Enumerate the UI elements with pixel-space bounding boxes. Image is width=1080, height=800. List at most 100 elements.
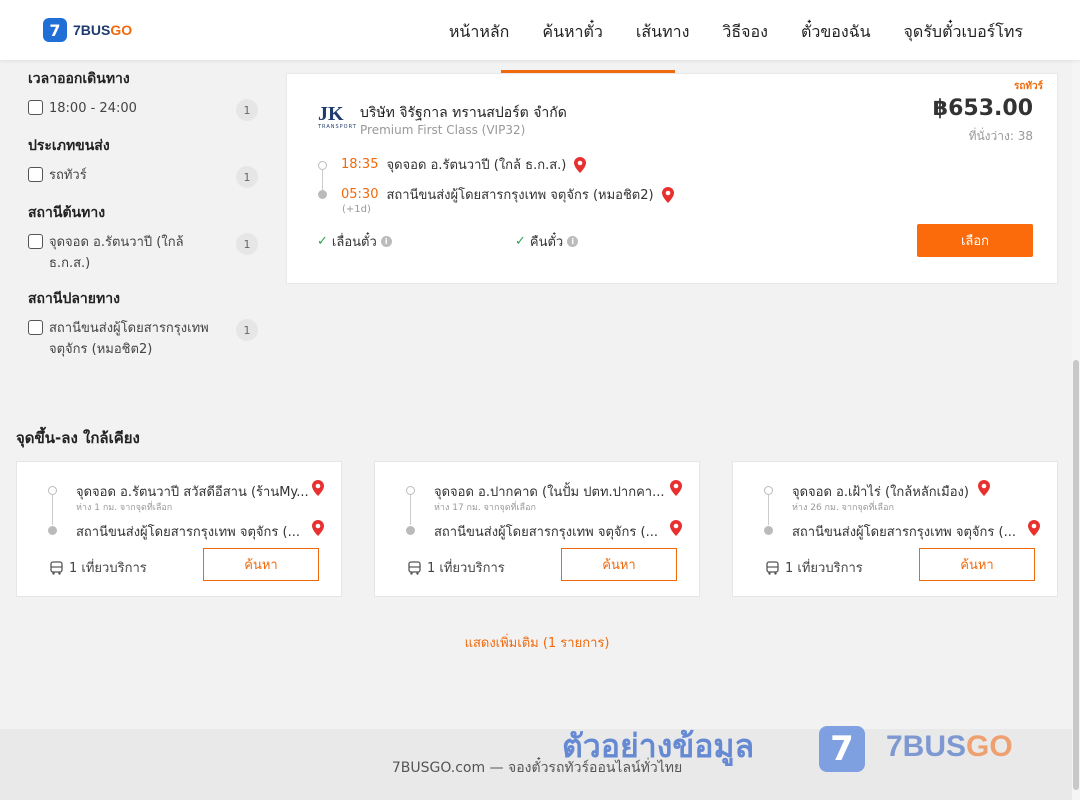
filter-option[interactable]: รถทัวร์ 1 [28,165,258,188]
checkbox[interactable] [28,234,43,249]
timeline-line [52,495,53,525]
arrival-stop: 05:30 สถานีขนส่งผู้โดยสารกรุงเทพ จตุจักร… [341,184,674,205]
arrival-time: 05:30 [341,187,379,202]
page-scrollbar[interactable] [1072,60,1080,800]
map-pin-icon[interactable] [1028,520,1040,536]
filter-group-departure-time: เวลาออกเดินทาง 18:00 - 24:00 1 [28,68,258,121]
feature-refund: ✓ คืนตั๋ว i [515,231,579,252]
watermark-text: ตัวอย่างข้อมูล [562,727,755,765]
departure-stop: 18:35 จุดจอด อ.รัตนวาปี (ใกล้ ธ.ก.ส.) [341,154,587,175]
filter-title: เวลาออกเดินทาง [28,71,130,87]
show-more-link[interactable]: แสดงเพิ่มเติม (1 รายการ) [0,632,1074,653]
timeline-end-dot [406,526,415,535]
checkbox[interactable] [28,320,43,335]
nearby-card: จุดจอด อ.เฝ้าไร่ (ใกล้หลักเมือง) ห่าง 26… [732,461,1058,597]
feature-label: คืนตั๋ว [529,235,564,250]
bus-icon [50,560,63,575]
filter-title: ประเภทขนส่ง [28,138,110,154]
filter-group-transport-type: ประเภทขนส่ง รถทัวร์ 1 [28,135,258,188]
nearby-origin: จุดจอด อ.ปากคาด (ในปั้ม ปตท.ปากคา... [434,485,665,500]
filter-option[interactable]: สถานีขนส่งผู้โดยสารกรุงเทพ จตุจักร (หมอช… [28,318,258,360]
filter-title: สถานีต้นทาง [28,205,106,221]
map-pin-icon[interactable] [670,520,682,536]
scrollbar-thumb[interactable] [1073,360,1079,790]
trip-count: 1 เที่ยวบริการ [408,557,505,578]
operator-logo: JK TRANSPORT [318,103,357,130]
checkbox[interactable] [28,100,43,115]
bus-icon [766,560,779,575]
trip-count-label: 1 เที่ยวบริการ [427,561,505,576]
timeline-end-dot [48,526,57,535]
filter-count-badge: 1 [236,99,258,121]
filter-option-label: สถานีขนส่งผู้โดยสารกรุงเทพ จตุจักร (หมอช… [49,321,209,357]
nearby-section-title: จุดขึ้น-ลง ใกล้เคียง [16,429,140,447]
ticket-price: ฿653.00 [932,96,1033,121]
timeline-end-dot [764,526,773,535]
nearby-card: จุดจอด อ.รัตนวาปี สวัสดีอีสาน (ร้านMy...… [16,461,342,597]
timeline-end-dot [318,190,327,199]
checkbox[interactable] [28,167,43,182]
transport-type-tag: รถทัวร์ [1013,81,1043,92]
map-pin-icon[interactable] [312,480,324,496]
nearby-destination: สถานีขนส่งผู้โดยสารกรุงเทพ จตุจักร (... [792,525,1016,540]
nav-my-tickets[interactable]: ตั๋วของฉัน [801,20,871,45]
filter-title: สถานีปลายทาง [28,291,120,307]
timeline-start-dot [318,161,327,170]
nearby-destination: สถานีขนส่งผู้โดยสารกรุงเทพ จตุจักร (... [76,525,300,540]
arrival-place: สถานีขนส่งผู้โดยสารกรุงเทพ จตุจักร (หมอช… [386,188,654,203]
trip-count: 1 เที่ยวบริการ [766,557,863,578]
next-day-indicator: (+1d) [342,204,371,215]
nav-routes[interactable]: เส้นทาง [636,20,690,45]
timeline-start-dot [48,486,57,495]
nearby-origin: จุดจอด อ.เฝ้าไร่ (ใกล้หลักเมือง) [792,485,969,500]
departure-time: 18:35 [341,157,379,172]
nearby-card: จุดจอด อ.ปากคาด (ในปั้ม ปตท.ปากคา... ห่า… [374,461,700,597]
nav-search-tickets[interactable]: ค้นหาตั๋ว [542,20,603,45]
filter-option[interactable]: 18:00 - 24:00 1 [28,98,258,121]
watermark-logo-text: 7BUSGO [886,730,1013,763]
trip-card: รถทัวร์ JK TRANSPORT บริษัท จิรัฐกาล ทรา… [286,73,1058,284]
filter-count-badge: 1 [236,233,258,255]
nearby-origin: จุดจอด อ.รัตนวาปี สวัสดีอีสาน (ร้านMy... [76,485,309,500]
nav-home[interactable]: หน้าหลัก [449,20,510,45]
timeline-start-dot [764,486,773,495]
feature-label: เลื่อนตั๋ว [331,235,377,250]
info-icon[interactable]: i [380,236,392,247]
nearby-search-button[interactable]: ค้นหา [203,548,319,581]
filter-option-label: จุดจอด อ.รัตนวาปี (ใกล้ ธ.ก.ส.) [49,235,184,271]
timeline-line [322,170,323,192]
filter-option-label: 18:00 - 24:00 [49,101,137,116]
bus-icon [408,560,421,575]
filter-group-origin-station: สถานีต้นทาง จุดจอด อ.รัตนวาปี (ใกล้ ธ.ก.… [28,202,258,274]
timeline-start-dot [406,486,415,495]
filter-count-badge: 1 [236,319,258,341]
check-icon: ✓ [317,234,328,249]
filter-option[interactable]: จุดจอด อ.รัตนวาปี (ใกล้ ธ.ก.ส.) 1 [28,232,258,274]
map-pin-icon[interactable] [978,480,990,496]
map-pin-icon[interactable] [312,520,324,536]
available-seats: ที่นั่งว่าง: 38 [968,129,1033,143]
map-pin-icon[interactable] [574,156,587,173]
trip-count: 1 เที่ยวบริการ [50,557,147,578]
feature-reschedule: ✓ เลื่อนตั๋ว i [317,231,392,252]
departure-place: จุดจอด อ.รัตนวาปี (ใกล้ ธ.ก.ส.) [386,158,567,173]
logo-text: 7BUSGO [73,22,133,38]
info-icon[interactable]: i [567,236,579,247]
nav-how-to-book[interactable]: วิธีจอง [722,20,768,45]
nav-pickup-points[interactable]: จุดรับตั๋วเบอร์โทร [904,20,1023,45]
map-pin-icon[interactable] [661,186,674,203]
nearby-search-button[interactable]: ค้นหา [561,548,677,581]
nearby-destination: สถานีขนส่งผู้โดยสารกรุงเทพ จตุจักร (... [434,525,658,540]
seat-class: Premium First Class (VIP32) [360,123,526,137]
timeline-line [768,495,769,525]
map-pin-icon[interactable] [670,480,682,496]
trip-count-label: 1 เที่ยวบริการ [785,561,863,576]
nearby-distance: ห่าง 1 กม. จากจุดที่เลือก [76,503,173,513]
nearby-distance: ห่าง 26 กม. จากจุดที่เลือก [792,503,894,513]
logo-icon: 7 [43,18,67,42]
watermark-logo-icon: 7 [819,726,865,772]
site-logo[interactable]: 7 7BUSGO [43,18,132,42]
select-trip-button[interactable]: เลือก [917,224,1033,257]
filter-count-badge: 1 [236,166,258,188]
nearby-search-button[interactable]: ค้นหา [919,548,1035,581]
